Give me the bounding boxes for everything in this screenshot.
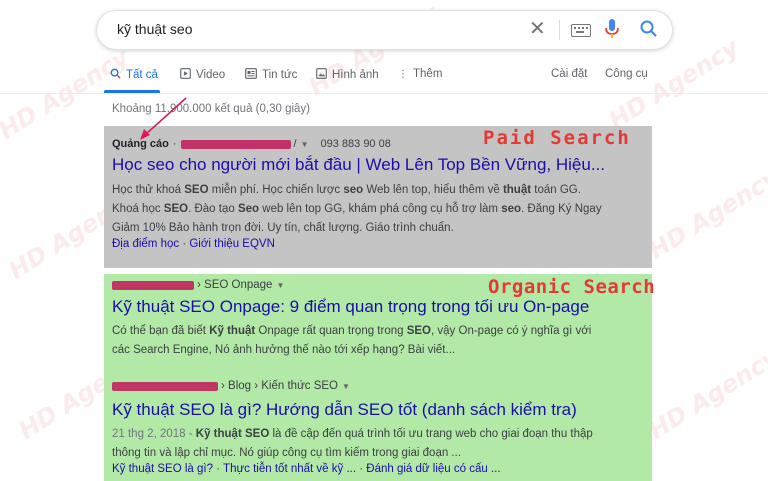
keyboard-icon[interactable] [571,24,591,37]
search-input[interactable]: kỹ thuật seo [117,21,193,37]
paid-search-label: Paid Search [483,127,631,149]
redacted-url [112,280,194,290]
tab-video[interactable]: Video [180,68,225,82]
sitelink[interactable]: Thực tiễn tốt nhất về kỹ ... [223,463,356,475]
tab-label: Thêm [413,68,443,80]
ad-snippet-line: Khoá học SEO. Đào tạo Seo web lên top GG… [112,203,602,215]
search-bar[interactable]: kỹ thuật seo ✕ [96,10,673,50]
sitelink[interactable]: Đánh giá dữ liệu có cấu ... [366,463,500,475]
result-snippet-line: các Search Engine, Nó ảnh hưởng thế nào … [112,344,456,356]
tab-label: Video [196,69,226,81]
breadcrumb: › SEO Onpage [197,279,273,291]
result-cite: › Blog › Kiến thức SEO ▼ [112,380,354,392]
watermark: HD Agency [643,343,768,445]
result-snippet: Có thể bạn đã biết Kỹ thuật Onpage rất q… [112,322,647,360]
tools-link[interactable]: Công cụ [605,68,648,80]
tab-more[interactable]: ⋮ Thêm [398,68,442,80]
sitelink[interactable]: Giới thiệu EQVN [189,238,275,250]
redacted-url [112,381,218,391]
search-icon[interactable] [639,19,659,44]
sitelink[interactable]: Kỹ thuật SEO là gì? [112,463,213,475]
settings-label: Cài đặt [551,68,588,80]
result-title-link[interactable]: Kỹ thuật SEO là gì? Hướng dẫn SEO tốt (d… [112,400,577,420]
result-snippet-line: Có thể bạn đã biết Kỹ thuật Onpage rất q… [112,325,592,337]
tab-news[interactable]: Tin tức [245,68,297,82]
search-icon [110,68,121,82]
organic-search-label: Organic Search [488,276,656,298]
search-tabs: Tất cả Video Tin tức Hình ảnh ⋮ Thêm Cài… [0,60,768,93]
news-icon [245,68,257,82]
tab-images[interactable]: Hình ảnh [316,68,379,82]
watermark: HD Agency [643,163,768,265]
tab-label: Tin tức [262,69,298,81]
settings-link[interactable]: Cài đặt [551,68,587,80]
ad-sitelinks: Địa điểm học · Giới thiệu EQVN [112,238,275,250]
image-icon [316,68,327,82]
annotation-arrow [140,97,187,140]
divider [0,93,768,94]
result-snippet-line: thông tin và lập chỉ mục. Nó giúp công c… [112,447,462,459]
result-date: 21 thg 2, 2018 [112,428,186,440]
dropdown-caret-icon[interactable]: ▼ [301,140,309,149]
redacted-url [180,139,291,149]
ad-snippet-line: Giảm 10% Bảo hành trọn đời. Uy tín, chất… [112,222,454,234]
result-snippet: 21 thg 2, 2018 - Kỹ thuật SEO là đề cập … [112,425,647,463]
tab-label: Tất cả [126,69,158,81]
sitelink[interactable]: Địa điểm học [112,238,179,250]
result-sitelinks: Kỹ thuật SEO là gì? · Thực tiễn tốt nhất… [112,463,501,475]
ad-snippet-line: Học thử khoá SEO miễn phí. Học chiến lượ… [112,184,581,196]
clear-icon[interactable]: ✕ [529,17,546,41]
mic-icon[interactable] [605,19,619,44]
tab-label: Hình ảnh [332,69,379,81]
ad-snippet: Học thử khoá SEO miễn phí. Học chiến lượ… [112,181,647,238]
dropdown-caret-icon[interactable]: ▼ [342,382,350,391]
video-icon [180,68,191,82]
tab-all[interactable]: Tất cả [110,68,158,82]
ad-title-link[interactable]: Học seo cho người mới bắt đầu | Web Lên … [112,155,605,175]
result-title-link[interactable]: Kỹ thuật SEO Onpage: 9 điểm quan trọng t… [112,297,589,317]
tools-label: Công cụ [605,68,648,80]
breadcrumb: › Blog › Kiến thức SEO [221,380,338,392]
result-cite: › SEO Onpage ▼ [112,279,288,291]
result-snippet-line: 21 thg 2, 2018 - Kỹ thuật SEO là đề cập … [112,428,593,440]
divider [559,20,560,40]
ad-phone[interactable]: 093 883 90 08 [321,138,391,150]
more-vert-icon: ⋮ [398,68,408,80]
dropdown-caret-icon[interactable]: ▼ [276,281,284,290]
